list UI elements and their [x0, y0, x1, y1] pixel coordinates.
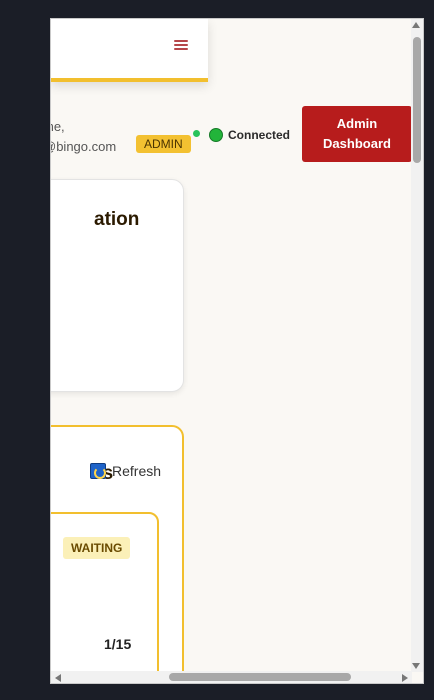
- connection-status-icon: [209, 128, 223, 142]
- admin-button-line2: Dashboard: [323, 136, 391, 151]
- info-card: ation: [51, 179, 184, 392]
- hamburger-icon[interactable]: [174, 38, 188, 52]
- scroll-up-icon[interactable]: [412, 22, 420, 28]
- refresh-button[interactable]: Refresh: [90, 463, 161, 479]
- scroll-down-icon[interactable]: [412, 663, 420, 669]
- connection-status-text: Connected: [228, 128, 291, 142]
- vertical-scrollbar[interactable]: [411, 19, 423, 672]
- admin-dashboard-button[interactable]: Admin Dashboard: [302, 106, 412, 162]
- page-viewport: me, @bingo.com ADMIN Connected Admin Das…: [51, 19, 412, 672]
- player-count: 1/15: [104, 636, 132, 652]
- vertical-scroll-thumb[interactable]: [413, 37, 421, 163]
- game-status-badge: WAITING: [63, 537, 131, 559]
- online-indicator-icon: [193, 130, 200, 137]
- refresh-icon: [90, 463, 106, 479]
- info-card-title: ation: [94, 209, 140, 230]
- browser-window: me, @bingo.com ADMIN Connected Admin Das…: [50, 18, 424, 684]
- role-badge: ADMIN: [136, 135, 191, 153]
- welcome-line: me,: [51, 119, 65, 134]
- horizontal-scroll-thumb[interactable]: [169, 673, 351, 681]
- scroll-right-icon[interactable]: [402, 674, 408, 682]
- email-line: @bingo.com: [51, 139, 117, 154]
- horizontal-scrollbar[interactable]: [51, 671, 412, 683]
- top-navbar: [51, 19, 208, 82]
- admin-button-line1: Admin: [336, 116, 378, 131]
- scroll-left-icon[interactable]: [55, 674, 61, 682]
- welcome-text: me, @bingo.com: [51, 117, 116, 157]
- refresh-label: Refresh: [112, 463, 162, 479]
